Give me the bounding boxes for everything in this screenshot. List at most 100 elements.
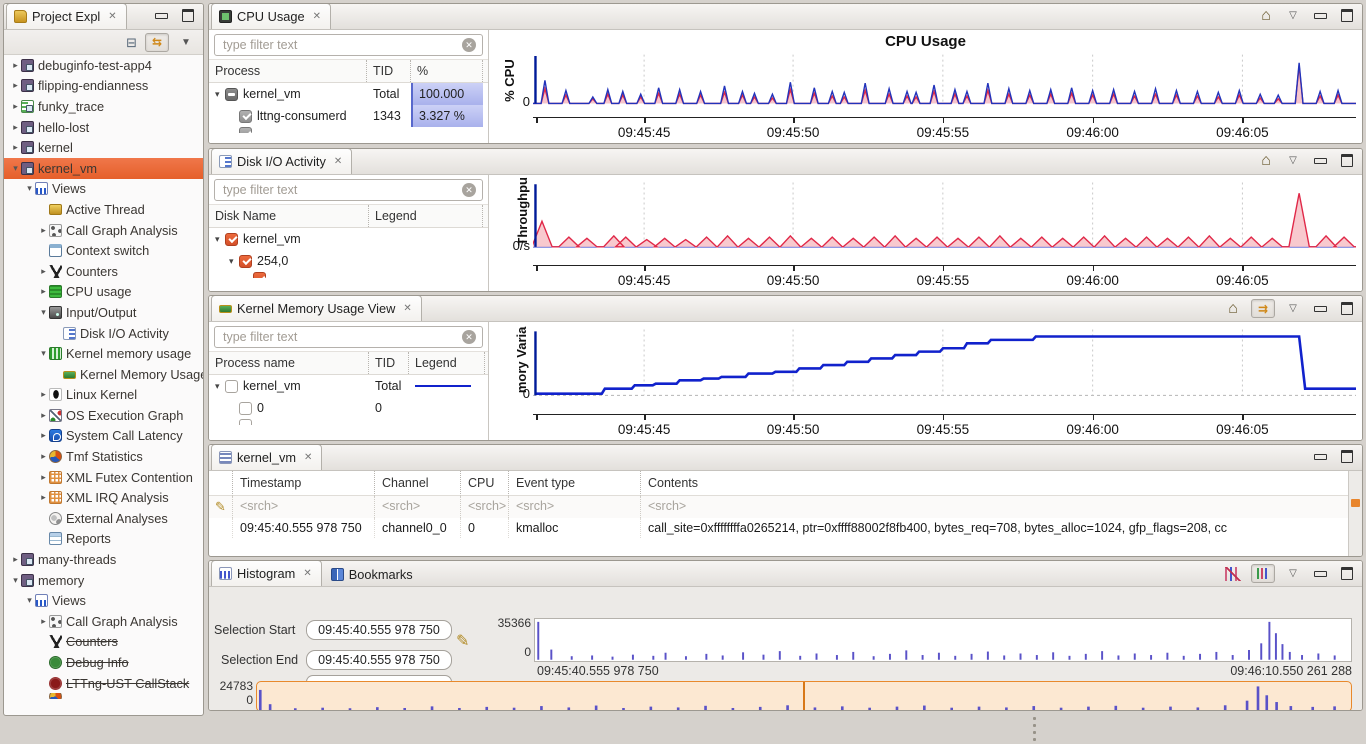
tree-item[interactable]: Context switch bbox=[4, 240, 203, 261]
tree-item[interactable]: ▸XML IRQ Analysis bbox=[4, 487, 203, 508]
minimize-icon[interactable] bbox=[1311, 152, 1329, 169]
view-menu-icon[interactable]: ▽ bbox=[1284, 300, 1302, 317]
column-header[interactable]: Contents bbox=[641, 471, 1362, 496]
row-checkbox-minus[interactable] bbox=[225, 88, 238, 101]
minimize-icon[interactable] bbox=[1311, 300, 1329, 317]
row-expanded-arrow[interactable]: ▾ bbox=[215, 89, 225, 100]
row-checkbox-empty[interactable] bbox=[239, 402, 252, 415]
maximize-icon[interactable] bbox=[1338, 565, 1356, 582]
tab-project-explorer[interactable]: Project Expl ✕ bbox=[6, 3, 127, 29]
tree-item[interactable]: Counters bbox=[4, 632, 203, 653]
memory-table-head[interactable]: Process nameTIDLegend bbox=[209, 351, 488, 375]
column-header[interactable]: Timestamp bbox=[233, 471, 375, 496]
column-header[interactable]: Process bbox=[209, 60, 367, 82]
column-header[interactable]: Channel bbox=[375, 471, 461, 496]
column-header[interactable]: % bbox=[411, 60, 483, 82]
cpu-filter-input[interactable] bbox=[214, 34, 483, 56]
tree-item[interactable]: ▾Input/Output bbox=[4, 302, 203, 323]
row-checkbox-gcheck[interactable] bbox=[239, 110, 252, 123]
row-expanded-arrow[interactable]: ▾ bbox=[229, 256, 239, 267]
tree-item[interactable]: ▸funky_trace bbox=[4, 96, 203, 117]
maximize-icon[interactable] bbox=[1338, 152, 1356, 169]
tree-item[interactable]: ▸hello-lost bbox=[4, 117, 203, 138]
event-row[interactable]: 09:45:40.555 978 750channel0_00kmallocca… bbox=[209, 518, 1362, 538]
maximize-icon[interactable] bbox=[1338, 448, 1356, 465]
tree-item[interactable]: External Analyses bbox=[4, 508, 203, 529]
events-table[interactable]: TimestampChannelCPUEvent typeContents✎<s… bbox=[209, 471, 1362, 557]
tree-collapsed-arrow[interactable]: ▸ bbox=[38, 410, 49, 421]
minimize-icon[interactable] bbox=[1311, 7, 1329, 24]
table-row[interactable]: ▾kernel_vmTotal bbox=[209, 375, 488, 397]
disk-filter-input[interactable] bbox=[214, 179, 483, 201]
close-icon[interactable]: ✕ bbox=[334, 156, 342, 167]
view-menu-icon[interactable]: ▽ bbox=[1284, 7, 1302, 24]
tree-collapsed-arrow[interactable]: ▸ bbox=[38, 266, 49, 277]
column-header[interactable]: CPU bbox=[461, 471, 509, 496]
tree-collapsed-arrow[interactable]: ▸ bbox=[38, 286, 49, 297]
table-row[interactable]: 00 bbox=[209, 397, 488, 419]
reset-time-scale-home-icon[interactable]: ⌂ bbox=[1224, 300, 1242, 317]
cpu-table-head[interactable]: ProcessTID% bbox=[209, 59, 488, 83]
view-menu-icon[interactable]: ▼ bbox=[177, 34, 195, 51]
align-views-icon[interactable]: ⇉ bbox=[1251, 299, 1275, 318]
table-row[interactable]: ▾254,0 bbox=[209, 250, 488, 272]
tree-item[interactable]: ▸System Call Latency bbox=[4, 426, 203, 447]
tree-item[interactable]: ▸Call Graph Analysis bbox=[4, 611, 203, 632]
close-icon[interactable]: ✕ bbox=[304, 452, 312, 463]
events-scrollbar[interactable] bbox=[1348, 471, 1362, 557]
tree-item[interactable]: Debug Info bbox=[4, 652, 203, 673]
tree-expanded-arrow[interactable]: ▾ bbox=[24, 595, 35, 606]
tree-collapsed-arrow[interactable]: ▸ bbox=[38, 492, 49, 503]
selection-end-field[interactable] bbox=[306, 650, 452, 670]
tree-item[interactable]: Reports bbox=[4, 529, 203, 550]
tree-item[interactable]: LTTng-UST CallStack bbox=[4, 673, 203, 694]
column-header[interactable]: Legend bbox=[369, 205, 483, 227]
memory-chart-plot[interactable]: 09:45:4509:45:5009:45:5509:46:0009:46:05 bbox=[533, 326, 1356, 440]
table-row[interactable]: ▾kernel_vmTotal100.000 bbox=[209, 83, 488, 105]
filter-cell[interactable]: <srch> bbox=[509, 496, 641, 518]
tab-disk-io-activity[interactable]: Disk I/O Activity ✕ bbox=[211, 148, 352, 174]
tree-item[interactable]: ▸many-threads bbox=[4, 549, 203, 570]
tree-item[interactable]: ▾kernel_vm bbox=[4, 158, 203, 179]
minimize-icon[interactable] bbox=[1311, 565, 1329, 582]
tree-collapsed-arrow[interactable]: ▸ bbox=[38, 225, 49, 236]
tree-item[interactable]: ▸OS Execution Graph bbox=[4, 405, 203, 426]
link-with-editor-icon[interactable]: ⇆ bbox=[145, 33, 169, 52]
table-row[interactable]: ▾kernel_vm bbox=[209, 228, 488, 250]
tree-item[interactable]: ▸Counters bbox=[4, 261, 203, 282]
column-header[interactable]: Disk Name bbox=[209, 205, 369, 227]
tree-item[interactable]: ▸flipping-endianness bbox=[4, 76, 203, 97]
column-header[interactable]: Event type bbox=[509, 471, 641, 496]
tree-expanded-arrow[interactable]: ▾ bbox=[38, 348, 49, 359]
tab-histogram[interactable]: Histogram ✕ bbox=[211, 560, 322, 586]
tree-item[interactable]: ▾Kernel memory usage bbox=[4, 343, 203, 364]
clear-filter-icon[interactable]: ✕ bbox=[462, 330, 476, 344]
events-filter-row[interactable]: ✎<srch><srch><srch><srch><srch> bbox=[209, 496, 1362, 518]
collapse-all-icon[interactable]: ⊟ bbox=[126, 36, 137, 49]
tab-kernel-memory-usage[interactable]: Kernel Memory Usage View ✕ bbox=[211, 295, 422, 321]
disk-table-head[interactable]: Disk NameLegend bbox=[209, 204, 488, 228]
tree-collapsed-arrow[interactable]: ▸ bbox=[38, 451, 49, 462]
clear-filter-icon[interactable]: ✕ bbox=[462, 38, 476, 52]
tab-cpu-usage[interactable]: CPU Usage ✕ bbox=[211, 3, 331, 29]
selection-start-field[interactable] bbox=[306, 620, 452, 640]
row-checkbox-empty[interactable] bbox=[225, 380, 238, 393]
tree-item[interactable]: ▸Linux Kernel bbox=[4, 385, 203, 406]
minimize-icon[interactable] bbox=[1311, 448, 1329, 465]
row-checkbox-ocheck[interactable] bbox=[239, 255, 252, 268]
tree-collapsed-arrow[interactable]: ▸ bbox=[38, 616, 49, 627]
tree-item[interactable] bbox=[4, 693, 203, 699]
view-menu-icon[interactable]: ▽ bbox=[1284, 565, 1302, 582]
tree-item[interactable]: ▸debuginfo-test-app4 bbox=[4, 55, 203, 76]
maximize-icon[interactable] bbox=[1338, 300, 1356, 317]
tree-collapsed-arrow[interactable]: ▸ bbox=[38, 430, 49, 441]
filter-cell[interactable]: <srch> bbox=[461, 496, 509, 518]
tree-collapsed-arrow[interactable]: ▸ bbox=[10, 554, 21, 565]
filter-cell[interactable]: <srch> bbox=[641, 496, 1362, 518]
maximize-icon[interactable] bbox=[179, 7, 197, 24]
tree-expanded-arrow[interactable]: ▾ bbox=[10, 575, 21, 586]
cpu-chart-plot[interactable]: 09:45:4509:45:5009:45:5509:46:0009:46:05 bbox=[533, 52, 1356, 143]
tree-item[interactable]: ▸XML Futex Contention bbox=[4, 467, 203, 488]
row-checkbox-ocheck[interactable] bbox=[225, 233, 238, 246]
tree-expanded-arrow[interactable]: ▾ bbox=[10, 163, 21, 174]
